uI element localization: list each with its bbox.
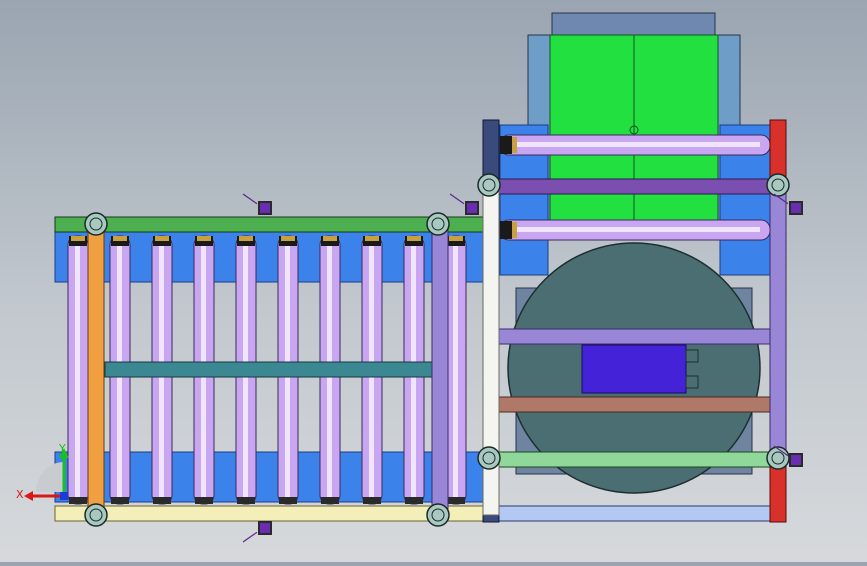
roller-bearing-top	[281, 236, 295, 241]
caster-wheel-icon[interactable]	[84, 212, 108, 236]
right-frame-violet-rail[interactable]	[489, 178, 779, 195]
roller-bearing-top	[323, 236, 337, 241]
roller-bearing-top	[155, 236, 169, 241]
roller-end-cap-bottom	[447, 497, 465, 504]
caster-wheel-icon[interactable]	[426, 503, 450, 527]
roller-end-cap-bottom	[363, 497, 381, 504]
left-frame-orange-post[interactable]	[87, 224, 105, 516]
roller-bearing-top	[197, 236, 211, 241]
roller-highlight	[510, 142, 760, 147]
gearbox-shaft-upper[interactable]	[685, 349, 699, 363]
gearbox-shaft-lower[interactable]	[685, 375, 699, 389]
sensor-lens	[467, 203, 477, 213]
axis-x-arrowhead	[24, 491, 33, 501]
left-frame-purple-post[interactable]	[431, 224, 449, 516]
gearbox[interactable]	[581, 344, 687, 394]
axis-origin-box	[60, 492, 68, 500]
right-frame-light-rail-bottom[interactable]	[489, 505, 779, 522]
roller[interactable]	[499, 219, 771, 241]
roller-bearing-top	[449, 236, 463, 241]
roller-highlight	[75, 242, 80, 498]
roller-end-cap-left	[500, 221, 512, 239]
left-frame-top-rail[interactable]	[54, 216, 484, 233]
sensor-lead	[242, 193, 258, 205]
roller-end-cap-bottom	[69, 497, 87, 504]
caster-wheel-icon[interactable]	[477, 173, 501, 197]
caster-wheel-icon[interactable]	[766, 173, 790, 197]
roller-highlight	[510, 227, 760, 232]
caster-outer[interactable]	[477, 446, 501, 470]
caster-outer[interactable]	[477, 173, 501, 197]
roller-end-cap-bottom	[405, 497, 423, 504]
sensor-lens	[260, 523, 270, 533]
caster-outer[interactable]	[766, 173, 790, 197]
right-frame-red-post-bottom[interactable]	[769, 466, 787, 523]
caster-wheel-icon[interactable]	[477, 446, 501, 470]
roller-bearing-left	[512, 222, 517, 238]
axis-triad-base	[36, 462, 64, 492]
caster-wheel-icon[interactable]	[84, 503, 108, 527]
caster-wheel-icon[interactable]	[766, 446, 790, 470]
roller-end-cap-bottom	[111, 497, 129, 504]
left-frame-bottom-rail[interactable]	[54, 505, 484, 522]
roller[interactable]	[445, 235, 467, 505]
cad-assembly-scene[interactable]: Y X	[0, 0, 867, 562]
right-frame-green-rail[interactable]	[489, 451, 779, 468]
sensor-bracket-icon[interactable]	[242, 193, 272, 215]
motor-top-plate[interactable]	[551, 12, 716, 36]
left-roller-conveyor[interactable]	[54, 216, 484, 522]
roller-end-cap-bottom	[153, 497, 171, 504]
roller-bearing-top	[71, 236, 85, 241]
caster-wheel-icon[interactable]	[426, 212, 450, 236]
left-cross-member[interactable]	[104, 361, 436, 378]
roller-bearing-top	[113, 236, 127, 241]
caster-outer[interactable]	[426, 503, 450, 527]
roller-end-cap-bottom	[237, 497, 255, 504]
roller[interactable]	[67, 235, 89, 505]
sensor-lead	[242, 531, 258, 543]
caster-outer[interactable]	[426, 212, 450, 236]
roller[interactable]	[499, 134, 771, 156]
sensor-lens	[260, 203, 270, 213]
roller-bearing-left	[512, 137, 517, 153]
sensor-bracket-icon[interactable]	[449, 193, 479, 215]
roller-bearing-top	[365, 236, 379, 241]
axis-y-label: Y	[58, 442, 66, 455]
axis-x-label: X	[16, 488, 24, 501]
caster-outer[interactable]	[766, 446, 790, 470]
sensor-lead	[449, 193, 465, 205]
roller-bearing-top	[239, 236, 253, 241]
roller-end-cap-bottom	[321, 497, 339, 504]
roller-bearing-top	[407, 236, 421, 241]
sensor-lens	[791, 455, 801, 465]
cad-viewport[interactable]: Y X	[0, 0, 867, 562]
sensor-lens	[791, 203, 801, 213]
axis-triad-icon: Y X	[16, 442, 69, 501]
right-frame-brown-rail[interactable]	[489, 396, 779, 413]
roller-end-cap-bottom	[279, 497, 297, 504]
right-frame-lavender-rail[interactable]	[489, 328, 779, 345]
roller-end-cap-left	[500, 136, 512, 154]
caster-outer[interactable]	[84, 212, 108, 236]
roller-end-cap-bottom	[195, 497, 213, 504]
caster-outer[interactable]	[84, 503, 108, 527]
roller-highlight	[453, 242, 458, 498]
sensor-bracket-icon[interactable]	[242, 521, 272, 543]
